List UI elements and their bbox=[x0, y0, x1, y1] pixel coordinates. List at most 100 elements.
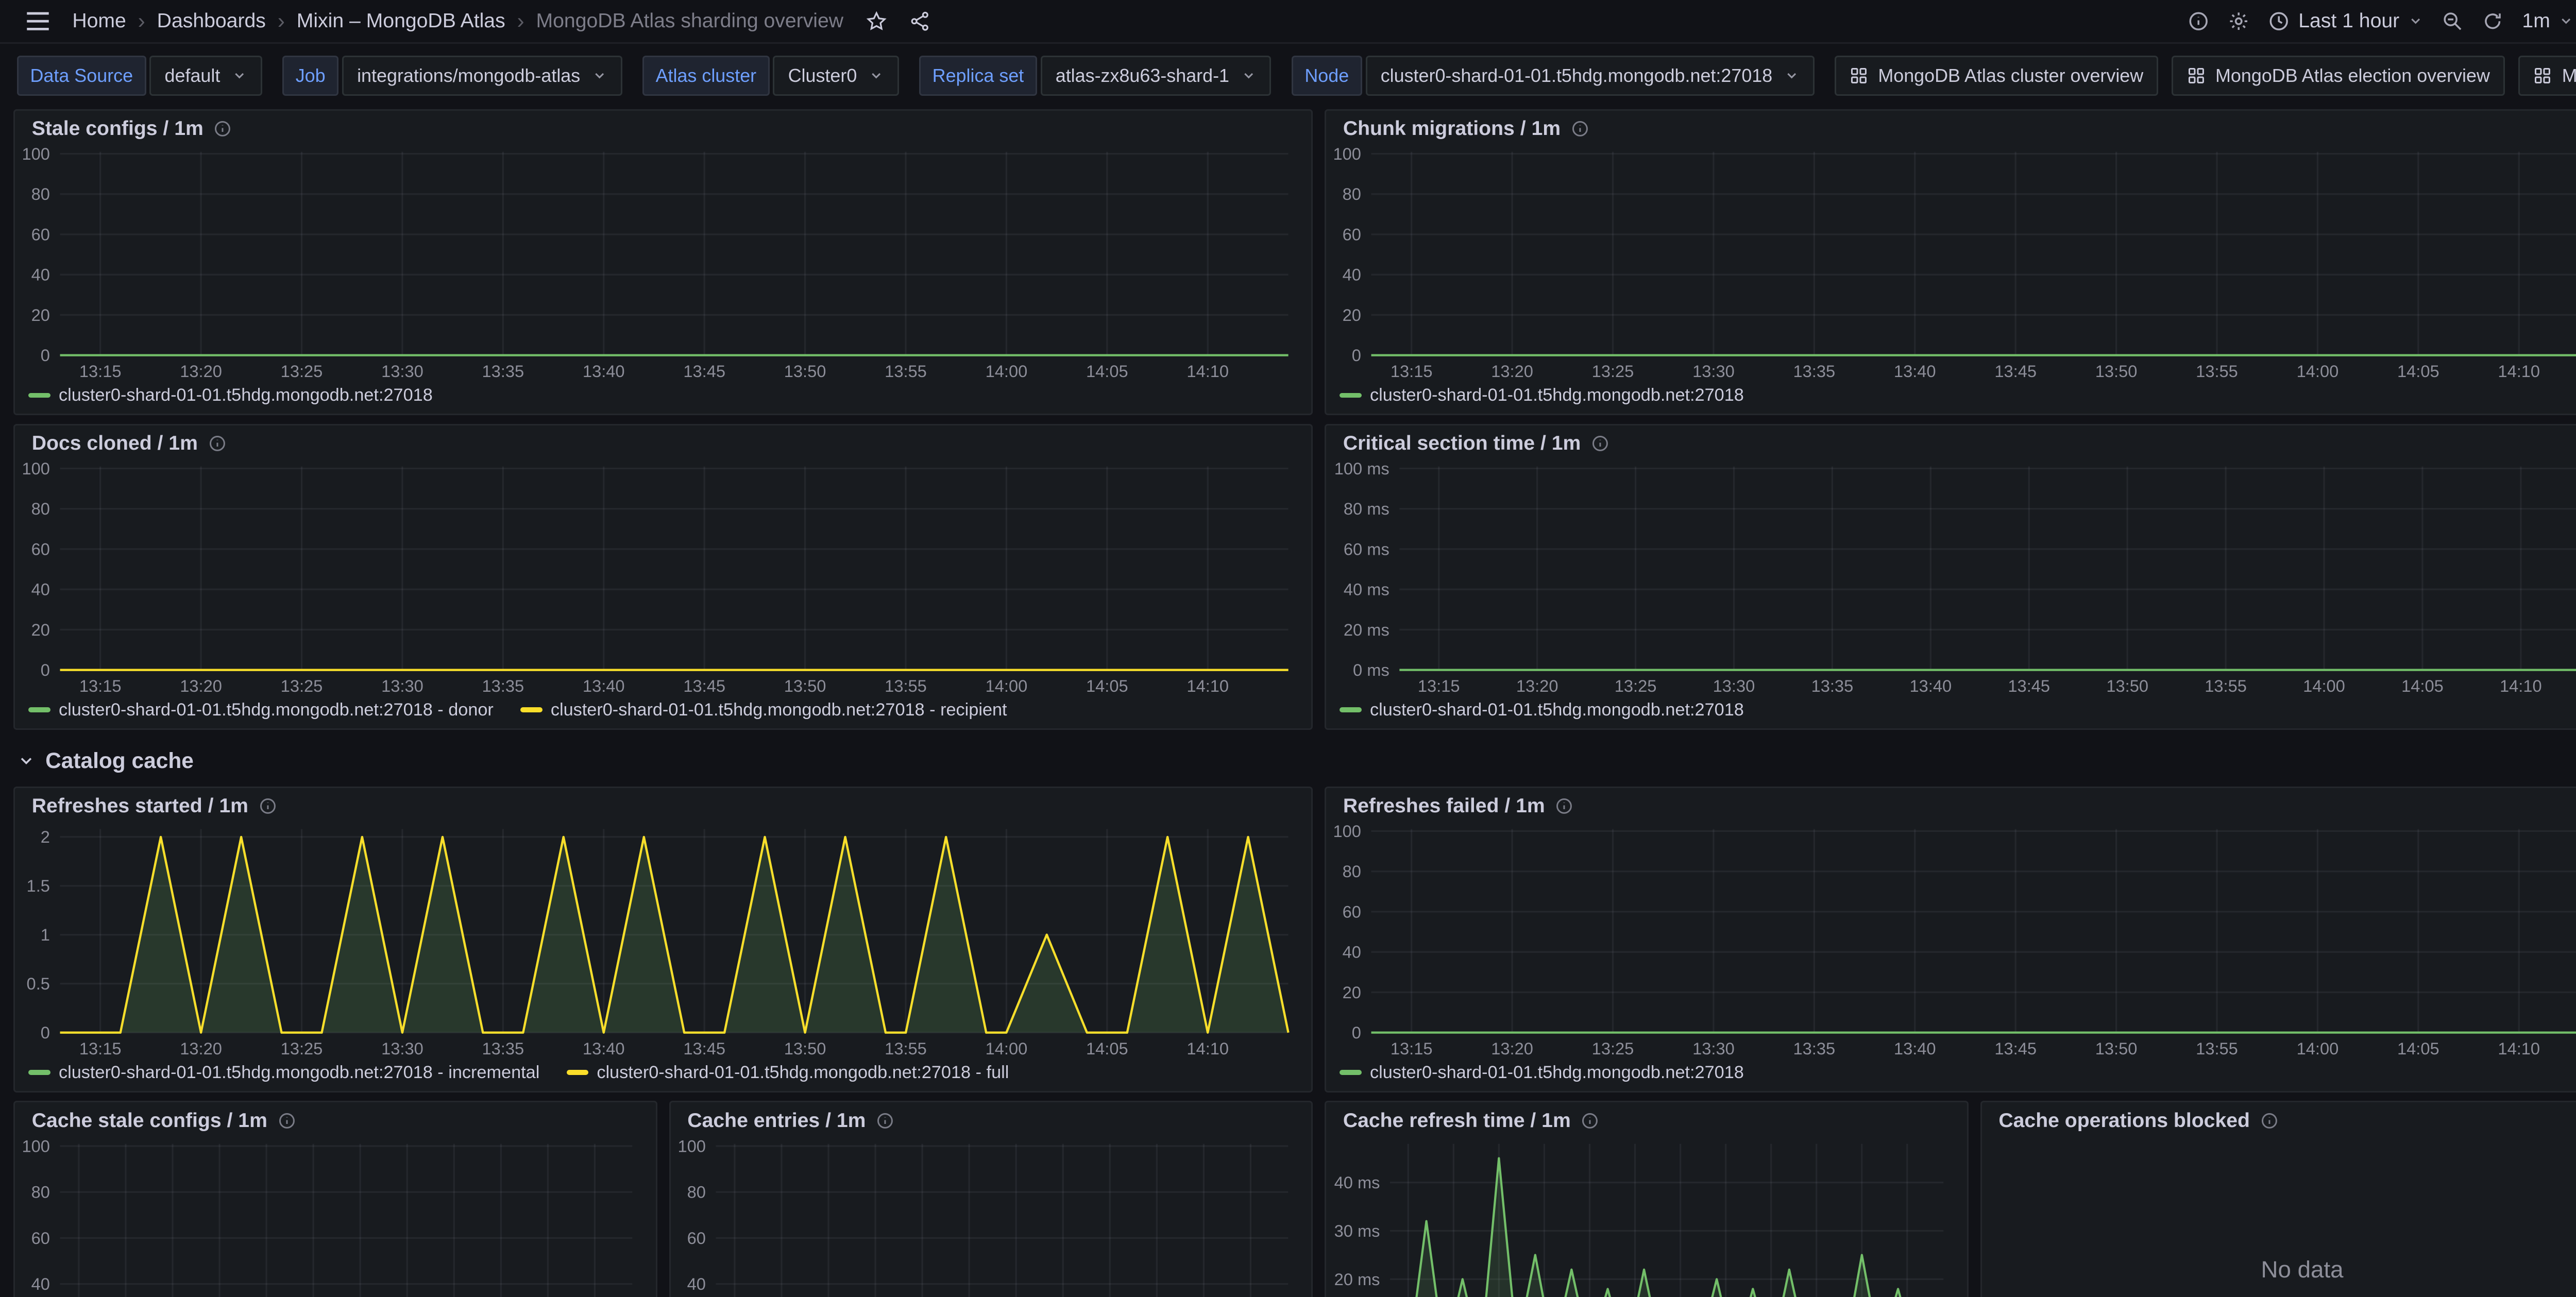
filter: Atlas clusterCluster0 bbox=[642, 56, 899, 96]
breadcrumb-item[interactable]: Mixin – MongoDB Atlas bbox=[297, 10, 505, 32]
legend-item[interactable]: cluster0-shard-01-01.t5hdg.mongodb.net:2… bbox=[520, 700, 1007, 720]
svg-text:13:35: 13:35 bbox=[1793, 362, 1836, 381]
panel-header[interactable]: Cache refresh time / 1m bbox=[1326, 1102, 1967, 1133]
svg-text:13:25: 13:25 bbox=[1592, 362, 1634, 381]
refresh-button[interactable] bbox=[2473, 7, 2512, 35]
settings-button[interactable] bbox=[2219, 7, 2258, 35]
panel-docs-cloned-1m: Docs cloned / 1m13:1513:2013:2513:3013:3… bbox=[13, 424, 1313, 730]
svg-text:13:30: 13:30 bbox=[1692, 1039, 1735, 1058]
panel-chart-area: 13:1513:2013:2513:3013:3513:4013:4513:50… bbox=[15, 819, 1311, 1062]
panel-header[interactable]: Docs cloned / 1m bbox=[15, 425, 1311, 456]
panel-header[interactable]: Refreshes failed / 1m bbox=[1326, 788, 2576, 819]
breadcrumb-item[interactable]: MongoDB Atlas sharding overview bbox=[536, 10, 844, 32]
svg-text:80: 80 bbox=[31, 185, 50, 204]
dashboard-link[interactable]: MongoDB Atlas election overview bbox=[2172, 56, 2505, 96]
panel-info-icon[interactable] bbox=[208, 434, 227, 453]
panel-header[interactable]: Cache stale configs / 1m bbox=[15, 1102, 656, 1133]
row-toggle-catalog-cache[interactable]: Catalog cache bbox=[13, 738, 2576, 787]
panel-title: Chunk migrations / 1m bbox=[1343, 117, 1561, 140]
svg-text:13:30: 13:30 bbox=[381, 676, 423, 695]
menu-icon[interactable] bbox=[17, 7, 59, 35]
chart-canvas[interactable]: 13:1513:2013:2513:3013:3513:4013:4513:50… bbox=[1326, 1134, 1967, 1297]
info-button[interactable] bbox=[2179, 7, 2218, 35]
chart-canvas[interactable]: 13:1513:2013:2513:3013:3513:4013:4513:50… bbox=[1326, 819, 2576, 1063]
breadcrumb-item[interactable]: Dashboards bbox=[157, 10, 266, 32]
panel-info-icon[interactable] bbox=[1571, 120, 1589, 138]
panel-legend: cluster0-shard-01-01.t5hdg.mongodb.net:2… bbox=[15, 1063, 1311, 1091]
panel-header[interactable]: Stale configs / 1m bbox=[15, 111, 1311, 142]
legend-item[interactable]: cluster0-shard-01-01.t5hdg.mongodb.net:2… bbox=[28, 700, 494, 720]
panel-header[interactable]: Cache entries / 1m bbox=[671, 1102, 1312, 1133]
panel-critical-section-time-1m: Critical section time / 1m13:1513:2013:2… bbox=[1325, 424, 2576, 730]
svg-text:13:45: 13:45 bbox=[2008, 676, 2050, 695]
svg-text:13:35: 13:35 bbox=[482, 1039, 524, 1058]
panel-header[interactable]: Chunk migrations / 1m bbox=[1326, 111, 2576, 142]
svg-text:100: 100 bbox=[22, 459, 50, 478]
panel-title: Docs cloned / 1m bbox=[32, 432, 198, 455]
panel-info-icon[interactable] bbox=[213, 120, 232, 138]
caret-down-icon bbox=[592, 68, 607, 83]
dashboard-link[interactable]: MongoDB Atlas operations overview bbox=[2518, 56, 2576, 96]
time-range-picker[interactable]: Last 1 hour bbox=[2260, 6, 2431, 36]
chart-canvas[interactable]: 13:1513:2013:2513:3013:3513:4013:4513:50… bbox=[1326, 142, 2576, 385]
svg-text:13:35: 13:35 bbox=[482, 362, 524, 381]
svg-text:14:10: 14:10 bbox=[1187, 676, 1229, 695]
zoom-out-button[interactable] bbox=[2433, 7, 2471, 35]
filter-value-dropdown[interactable]: integrations/mongodb-atlas bbox=[342, 56, 622, 96]
panel-header[interactable]: Refreshes started / 1m bbox=[15, 788, 1311, 819]
legend-item[interactable]: cluster0-shard-01-01.t5hdg.mongodb.net:2… bbox=[1340, 1063, 1744, 1083]
share-icon[interactable] bbox=[901, 7, 939, 35]
svg-text:13:35: 13:35 bbox=[1811, 676, 1854, 695]
panel-title: Cache operations blocked bbox=[1998, 1110, 2250, 1132]
dashboard-link[interactable]: MongoDB Atlas cluster overview bbox=[1835, 56, 2159, 96]
chart-canvas[interactable]: 13:1513:2013:2513:3013:3513:4013:4513:50… bbox=[15, 1134, 656, 1297]
no-data-message: No data bbox=[1982, 1134, 2576, 1297]
svg-text:14:00: 14:00 bbox=[2297, 362, 2339, 381]
legend-series-label: cluster0-shard-01-01.t5hdg.mongodb.net:2… bbox=[597, 1063, 1009, 1083]
chart-canvas[interactable]: 13:1513:2013:2513:3013:3513:4013:4513:50… bbox=[15, 456, 1312, 700]
chart-canvas[interactable]: 13:1513:2013:2513:3013:3513:4013:4513:50… bbox=[1326, 456, 2576, 700]
svg-text:14:05: 14:05 bbox=[2397, 1039, 2439, 1058]
legend-item[interactable]: cluster0-shard-01-01.t5hdg.mongodb.net:2… bbox=[1340, 385, 1744, 405]
filter-value-dropdown[interactable]: cluster0-shard-01-01.t5hdg.mongodb.net:2… bbox=[1366, 56, 1815, 96]
panel-cache-entries-1m: Cache entries / 1m13:1513:2013:2513:3013… bbox=[669, 1101, 1313, 1297]
filter-value-dropdown[interactable]: atlas-zx8u63-shard-1 bbox=[1041, 56, 1272, 96]
star-icon[interactable] bbox=[857, 7, 895, 35]
svg-text:40: 40 bbox=[687, 1274, 705, 1293]
chart-canvas[interactable]: 13:1513:2013:2513:3013:3513:4013:4513:50… bbox=[15, 142, 1312, 385]
svg-text:14:05: 14:05 bbox=[2401, 676, 2444, 695]
filter-value-dropdown[interactable]: default bbox=[149, 56, 262, 96]
svg-text:40: 40 bbox=[1343, 943, 1361, 962]
filter-value: Cluster0 bbox=[788, 65, 857, 87]
panel-info-icon[interactable] bbox=[876, 1112, 894, 1130]
panel-info-icon[interactable] bbox=[2260, 1112, 2279, 1130]
dashboard-link-label: MongoDB Atlas cluster overview bbox=[1878, 65, 2143, 87]
panel-info-icon[interactable] bbox=[1591, 434, 1609, 453]
panel-cache-refresh-time-1m: Cache refresh time / 1m13:1513:2013:2513… bbox=[1325, 1101, 1969, 1297]
chart-canvas[interactable]: 13:1513:2013:2513:3013:3513:4013:4513:50… bbox=[15, 819, 1312, 1063]
svg-text:13:25: 13:25 bbox=[1592, 1039, 1634, 1058]
legend-item[interactable]: cluster0-shard-01-01.t5hdg.mongodb.net:2… bbox=[567, 1063, 1009, 1083]
info-circle-icon bbox=[2188, 10, 2209, 32]
refresh-interval-dropdown[interactable]: 1m bbox=[2514, 6, 2576, 36]
svg-text:80: 80 bbox=[31, 499, 50, 518]
legend-item[interactable]: cluster0-shard-01-01.t5hdg.mongodb.net:2… bbox=[28, 385, 433, 405]
svg-text:13:55: 13:55 bbox=[2196, 1039, 2238, 1058]
svg-text:13:35: 13:35 bbox=[1793, 1039, 1836, 1058]
filter-value-dropdown[interactable]: Cluster0 bbox=[773, 56, 899, 96]
panel-info-icon[interactable] bbox=[259, 797, 277, 815]
svg-text:60: 60 bbox=[31, 539, 50, 558]
panel-title: Cache stale configs / 1m bbox=[32, 1110, 267, 1132]
breadcrumb-separator: › bbox=[278, 10, 285, 32]
breadcrumb: Home›Dashboards›Mixin – MongoDB Atlas›Mo… bbox=[72, 10, 843, 32]
breadcrumb-item[interactable]: Home bbox=[72, 10, 126, 32]
legend-item[interactable]: cluster0-shard-01-01.t5hdg.mongodb.net:2… bbox=[1340, 700, 1744, 720]
panel-header[interactable]: Critical section time / 1m bbox=[1326, 425, 2576, 456]
legend-item[interactable]: cluster0-shard-01-01.t5hdg.mongodb.net:2… bbox=[28, 1063, 539, 1083]
panel-info-icon[interactable] bbox=[278, 1112, 296, 1130]
clock-icon bbox=[2268, 10, 2290, 32]
panel-info-icon[interactable] bbox=[1555, 797, 1573, 815]
chart-canvas[interactable]: 13:1513:2013:2513:3013:3513:4013:4513:50… bbox=[671, 1134, 1312, 1297]
panel-header[interactable]: Cache operations blocked bbox=[1982, 1102, 2576, 1133]
panel-info-icon[interactable] bbox=[1581, 1112, 1599, 1130]
